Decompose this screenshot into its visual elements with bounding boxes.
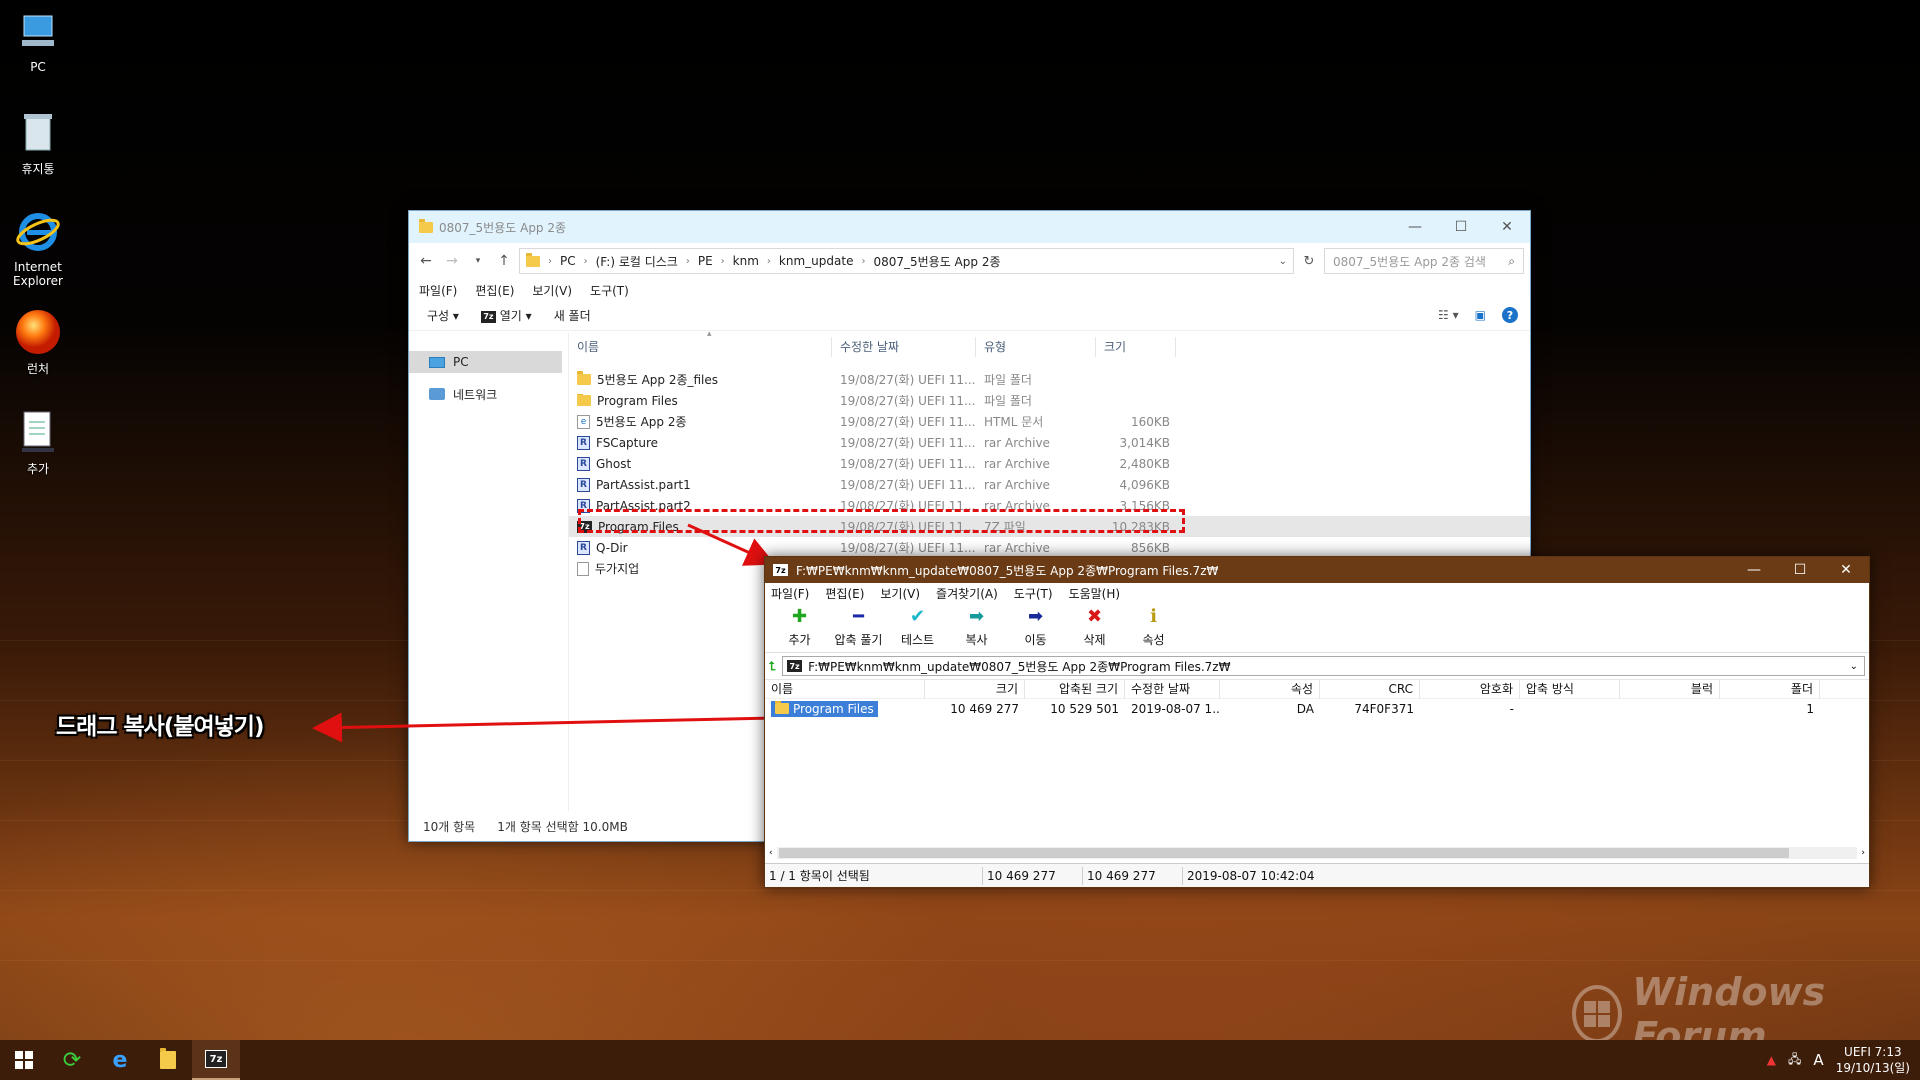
system-tray: ▲ 🖧 A UEFI 7:13 19/10/13(일)	[1767, 1040, 1910, 1080]
status-size: 10 469 277	[983, 866, 1083, 885]
tool-label: 테스트	[900, 633, 935, 647]
toolbar-button[interactable]: ✖ 삭제	[1070, 607, 1119, 648]
cell-folders: 1	[1806, 702, 1814, 716]
cell-size: 10 469 277	[950, 702, 1019, 716]
toolbar-button[interactable]: ℹ 속성	[1129, 607, 1178, 648]
taskbar: ⟳ e 7z ▲ 🖧 A UEFI 7:13 19/10/13(일)	[0, 1040, 1920, 1080]
tray-arrow-icon[interactable]: ▲	[1767, 1053, 1776, 1067]
refresh-icon[interactable]: ⟳	[48, 1040, 96, 1080]
windows-logo-icon	[1572, 985, 1623, 1043]
status-modified: 2019-08-07 10:42:04	[1187, 868, 1315, 883]
menu-favorites[interactable]: 즐겨찾기(A)	[936, 585, 998, 602]
7zip-icon[interactable]: 7z	[192, 1040, 240, 1080]
tool-label: 압축 풀기	[834, 633, 883, 647]
tool-label: 추가	[788, 633, 811, 647]
selected-item[interactable]: Program Files	[771, 700, 878, 717]
7zip-status-bar: 1 / 1 항목이 선택됨 10 469 277 10 469 277 2019…	[765, 863, 1869, 887]
column-header-modified[interactable]: 수정한 날짜	[1125, 680, 1220, 698]
minimize-button[interactable]: —	[1731, 557, 1777, 583]
tool-label: 속성	[1142, 633, 1165, 647]
7zip-row[interactable]: Program Files 10 469 277 10 529 501 2019…	[765, 699, 1869, 719]
tool-icon: ➡	[1027, 606, 1044, 627]
tool-icon: ✖	[1086, 606, 1103, 627]
toolbar-button[interactable]: ✔ 테스트	[893, 607, 942, 648]
toolbar-button[interactable]: ✚ 추가	[775, 607, 824, 648]
column-header-folders[interactable]: 폴더	[1720, 680, 1820, 698]
column-header-packed[interactable]: 압축된 크기	[1025, 680, 1125, 698]
cell-encrypted: -	[1509, 702, 1514, 716]
toolbar-button[interactable]: ➡ 이동	[1011, 607, 1060, 648]
column-header-encrypted[interactable]: 암호화	[1420, 680, 1520, 698]
column-header-crc[interactable]: CRC	[1320, 680, 1420, 698]
toolbar-button[interactable]: ━ 압축 풀기	[834, 607, 883, 648]
column-header-method[interactable]: 압축 방식	[1520, 680, 1620, 698]
path-dropdown-icon[interactable]: ⌄	[1850, 661, 1858, 672]
7zip-icon: 7z	[773, 564, 788, 576]
status-packed: 10 469 277	[1083, 866, 1183, 885]
scroll-left-icon[interactable]: ‹	[769, 848, 773, 858]
column-header-block[interactable]: 블럭	[1620, 680, 1720, 698]
column-header-attributes[interactable]: 속성	[1220, 680, 1320, 698]
tool-label: 이동	[1024, 633, 1047, 647]
tool-label: 삭제	[1083, 633, 1106, 647]
scroll-thumb[interactable]	[778, 848, 1789, 858]
tool-icon: ✚	[791, 606, 808, 627]
drag-copy-annotation: 드래그 복사(붙여넣기)	[56, 714, 264, 740]
column-header-size[interactable]: 크기	[925, 680, 1025, 698]
7zip-title: F:₩PE₩knm₩knm_update₩0807_5번용도 App 2종₩Pr…	[796, 563, 1219, 578]
7zip-menu-bar: 파일(F) 편집(E) 보기(V) 즐겨찾기(A) 도구(T) 도움말(H)	[765, 583, 1869, 603]
cell-packed: 10 529 501	[1050, 702, 1119, 716]
clock[interactable]: UEFI 7:13 19/10/13(일)	[1836, 1044, 1910, 1076]
scroll-right-icon[interactable]: ›	[1861, 848, 1865, 858]
toolbar-button[interactable]: ➡ 복사	[952, 607, 1001, 648]
tool-icon: ℹ	[1150, 606, 1157, 627]
tool-label: 복사	[965, 633, 988, 647]
tool-icon: ➡	[968, 606, 985, 627]
file-explorer-icon[interactable]	[144, 1040, 192, 1080]
cell-modified: 2019-08-07 1...	[1131, 702, 1220, 716]
menu-help[interactable]: 도움말(H)	[1069, 585, 1121, 602]
start-icon[interactable]	[0, 1040, 48, 1080]
menu-view[interactable]: 보기(V)	[880, 585, 920, 602]
menu-file[interactable]: 파일(F)	[771, 585, 809, 602]
7zip-toolbar: ✚ 추가 ━ 압축 풀기 ✔ 테스트 ➡ 복사 ➡ 이동 ✖ 삭제 ℹ 속성	[765, 603, 1869, 653]
7zip-window[interactable]: 7z F:₩PE₩knm₩knm_update₩0807_5번용도 App 2종…	[764, 556, 1870, 888]
cell-crc: 74F0F371	[1354, 702, 1414, 716]
tool-icon: ✔	[909, 606, 926, 627]
tool-icon: ━	[853, 606, 864, 627]
column-header-name[interactable]: 이름	[765, 680, 925, 698]
7zip-path-row: ⮤ 7z F:₩PE₩knm₩knm_update₩0807_5번용도 App …	[765, 653, 1869, 679]
arrow-to-7zip	[687, 523, 776, 566]
arrow-drag-copy	[312, 712, 773, 743]
7zip-title-bar[interactable]: 7z F:₩PE₩knm₩knm_update₩0807_5번용도 App 2종…	[765, 557, 1869, 583]
maximize-button[interactable]: ☐	[1777, 557, 1823, 583]
status-selection: 1 / 1 항목이 선택됨	[765, 866, 983, 885]
7zip-path-input[interactable]: 7z F:₩PE₩knm₩knm_update₩0807_5번용도 App 2종…	[782, 656, 1865, 676]
7zip-list-header: 이름 크기 압축된 크기 수정한 날짜 속성 CRC 암호화 압축 방식 블럭 …	[765, 679, 1869, 699]
7zip-icon: 7z	[787, 660, 803, 672]
ime-indicator[interactable]: A	[1813, 1051, 1823, 1069]
folder-icon	[775, 700, 789, 715]
menu-tools[interactable]: 도구(T)	[1014, 585, 1053, 602]
internet-explorer-icon[interactable]: e	[96, 1040, 144, 1080]
horizontal-scrollbar[interactable]: ‹ ›	[765, 845, 1869, 861]
parent-folder-icon[interactable]: ⮤	[769, 659, 776, 674]
menu-edit[interactable]: 편집(E)	[825, 585, 864, 602]
annotation-arrows	[312, 523, 776, 743]
cell-attributes: DA	[1296, 702, 1314, 716]
close-button[interactable]: ✕	[1823, 557, 1869, 583]
network-icon[interactable]: 🖧	[1788, 1050, 1801, 1071]
